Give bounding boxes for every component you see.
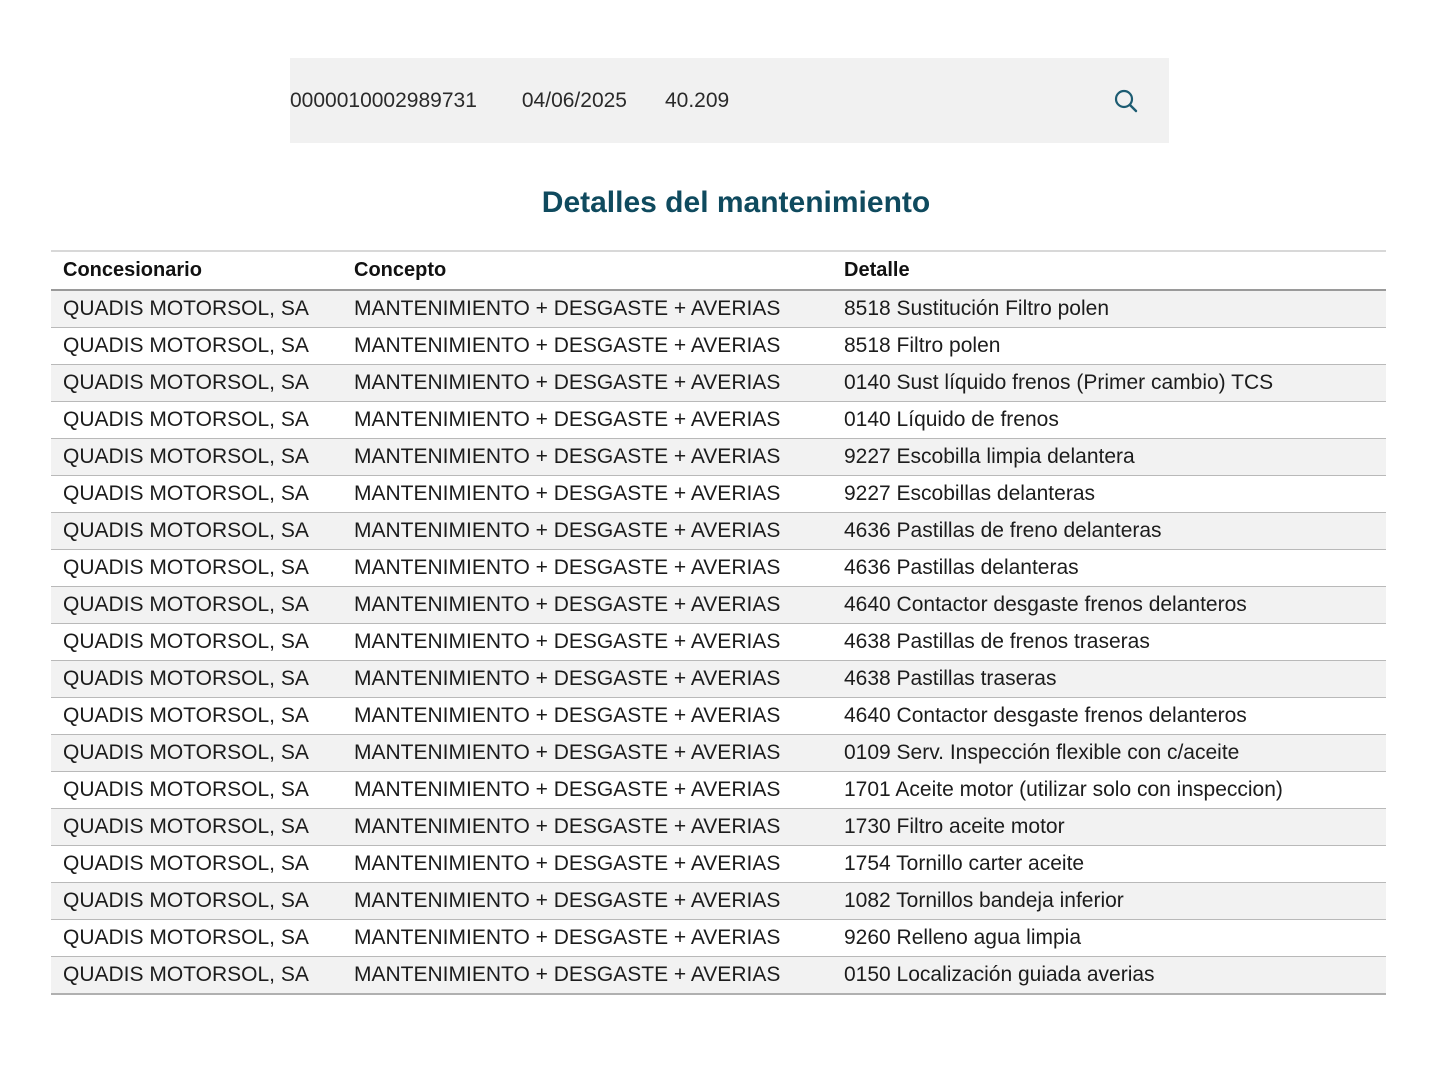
table-header-row: Concesionario Concepto Detalle xyxy=(51,250,1386,291)
cell-concept: MANTENIMIENTO + DESGASTE + AVERIAS xyxy=(342,623,832,661)
table-row[interactable]: QUADIS MOTORSOL, SA MANTENIMIENTO + DESGA… xyxy=(51,438,1386,476)
cell-concept: MANTENIMIENTO + DESGASTE + AVERIAS xyxy=(342,808,832,846)
cell-concept: MANTENIMIENTO + DESGASTE + AVERIAS xyxy=(342,586,832,624)
cell-detail: 4636 Pastillas delanteras xyxy=(832,549,1386,587)
cell-concept: MANTENIMIENTO + DESGASTE + AVERIAS xyxy=(342,660,832,698)
cell-detail: 0140 Líquido de frenos xyxy=(832,401,1386,439)
cell-concept: MANTENIMIENTO + DESGASTE + AVERIAS xyxy=(342,882,832,920)
maintenance-details-table: Concesionario Concepto Detalle QUADIS MO… xyxy=(51,250,1386,995)
table-row[interactable]: QUADIS MOTORSOL, SA MANTENIMIENTO + DESGA… xyxy=(51,845,1386,883)
table-row[interactable]: QUADIS MOTORSOL, SA MANTENIMIENTO + DESGA… xyxy=(51,290,1386,328)
cell-detail: 4640 Contactor desgaste frenos delantero… xyxy=(832,586,1386,624)
column-header-dealer[interactable]: Concesionario xyxy=(51,250,342,291)
page-title: Detalles del mantenimiento xyxy=(541,186,931,219)
cell-concept: MANTENIMIENTO + DESGASTE + AVERIAS xyxy=(342,512,832,550)
search-button[interactable] xyxy=(1113,88,1139,114)
table-row[interactable]: QUADIS MOTORSOL, SA MANTENIMIENTO + DESGA… xyxy=(51,401,1386,439)
mileage-value: 40.209 xyxy=(664,88,730,112)
table-row[interactable]: QUADIS MOTORSOL, SA MANTENIMIENTO + DESGA… xyxy=(51,512,1386,550)
cell-detail: 1082 Tornillos bandeja inferior xyxy=(832,882,1386,920)
cell-dealer: QUADIS MOTORSOL, SA xyxy=(51,475,342,513)
cell-dealer: QUADIS MOTORSOL, SA xyxy=(51,771,342,809)
cell-dealer: QUADIS MOTORSOL, SA xyxy=(51,845,342,883)
cell-concept: MANTENIMIENTO + DESGASTE + AVERIAS xyxy=(342,919,832,957)
table-row[interactable]: QUADIS MOTORSOL, SA MANTENIMIENTO + DESGA… xyxy=(51,771,1386,809)
cell-concept: MANTENIMIENTO + DESGASTE + AVERIAS xyxy=(342,475,832,513)
cell-dealer: QUADIS MOTORSOL, SA xyxy=(51,919,342,957)
cell-detail: 8518 Sustitución Filtro polen xyxy=(832,290,1386,328)
cell-detail: 9227 Escobillas delanteras xyxy=(832,475,1386,513)
cell-dealer: QUADIS MOTORSOL, SA xyxy=(51,327,342,365)
table-row[interactable]: QUADIS MOTORSOL, SA MANTENIMIENTO + DESGA… xyxy=(51,660,1386,698)
cell-dealer: QUADIS MOTORSOL, SA xyxy=(51,438,342,476)
cell-dealer: QUADIS MOTORSOL, SA xyxy=(51,401,342,439)
search-icon xyxy=(1114,89,1138,113)
cell-concept: MANTENIMIENTO + DESGASTE + AVERIAS xyxy=(342,734,832,772)
cell-detail: 1730 Filtro aceite motor xyxy=(832,808,1386,846)
table-row[interactable]: QUADIS MOTORSOL, SA MANTENIMIENTO + DESGA… xyxy=(51,327,1386,365)
column-header-detail[interactable]: Detalle xyxy=(832,250,1386,291)
cell-concept: MANTENIMIENTO + DESGASTE + AVERIAS xyxy=(342,364,832,402)
page: 0000010002989731 04/06/2025 40.209 Detal… xyxy=(0,0,1440,1080)
cell-dealer: QUADIS MOTORSOL, SA xyxy=(51,808,342,846)
table-row[interactable]: QUADIS MOTORSOL, SA MANTENIMIENTO + DESGA… xyxy=(51,586,1386,624)
cell-detail: 1754 Tornillo carter aceite xyxy=(832,845,1386,883)
cell-concept: MANTENIMIENTO + DESGASTE + AVERIAS xyxy=(342,845,832,883)
table-row[interactable]: QUADIS MOTORSOL, SA MANTENIMIENTO + DESGA… xyxy=(51,882,1386,920)
cell-concept: MANTENIMIENTO + DESGASTE + AVERIAS xyxy=(342,771,832,809)
cell-detail: 1701 Aceite motor (utilizar solo con ins… xyxy=(832,771,1386,809)
table-row[interactable]: QUADIS MOTORSOL, SA MANTENIMIENTO + DESGA… xyxy=(51,956,1386,995)
cell-detail: 0140 Sust líquido frenos (Primer cambio)… xyxy=(832,364,1386,402)
table-row[interactable]: QUADIS MOTORSOL, SA MANTENIMIENTO + DESGA… xyxy=(51,734,1386,772)
table-body: QUADIS MOTORSOL, SA MANTENIMIENTO + DESGA… xyxy=(51,290,1386,995)
table-row[interactable]: QUADIS MOTORSOL, SA MANTENIMIENTO + DESGA… xyxy=(51,364,1386,402)
cell-detail: 4636 Pastillas de freno delanteras xyxy=(832,512,1386,550)
cell-detail: 4638 Pastillas de frenos traseras xyxy=(832,623,1386,661)
table-row[interactable]: QUADIS MOTORSOL, SA MANTENIMIENTO + DESGA… xyxy=(51,623,1386,661)
table-row[interactable]: QUADIS MOTORSOL, SA MANTENIMIENTO + DESGA… xyxy=(51,475,1386,513)
cell-dealer: QUADIS MOTORSOL, SA xyxy=(51,956,342,995)
cell-dealer: QUADIS MOTORSOL, SA xyxy=(51,697,342,735)
cell-dealer: QUADIS MOTORSOL, SA xyxy=(51,364,342,402)
search-bar[interactable]: 0000010002989731 04/06/2025 40.209 xyxy=(290,58,1169,143)
cell-concept: MANTENIMIENTO + DESGASTE + AVERIAS xyxy=(342,549,832,587)
cell-detail: 0150 Localización guiada averias xyxy=(832,956,1386,995)
cell-concept: MANTENIMIENTO + DESGASTE + AVERIAS xyxy=(342,290,832,328)
service-date: 04/06/2025 xyxy=(521,88,627,112)
cell-concept: MANTENIMIENTO + DESGASTE + AVERIAS xyxy=(342,438,832,476)
cell-concept: MANTENIMIENTO + DESGASTE + AVERIAS xyxy=(342,327,832,365)
cell-dealer: QUADIS MOTORSOL, SA xyxy=(51,660,342,698)
table-row[interactable]: QUADIS MOTORSOL, SA MANTENIMIENTO + DESGA… xyxy=(51,919,1386,957)
cell-concept: MANTENIMIENTO + DESGASTE + AVERIAS xyxy=(342,956,832,995)
cell-dealer: QUADIS MOTORSOL, SA xyxy=(51,512,342,550)
cell-dealer: QUADIS MOTORSOL, SA xyxy=(51,290,342,328)
cell-detail: 4638 Pastillas traseras xyxy=(832,660,1386,698)
cell-concept: MANTENIMIENTO + DESGASTE + AVERIAS xyxy=(342,401,832,439)
cell-dealer: QUADIS MOTORSOL, SA xyxy=(51,623,342,661)
column-header-concept[interactable]: Concepto xyxy=(342,250,832,291)
table-row[interactable]: QUADIS MOTORSOL, SA MANTENIMIENTO + DESGA… xyxy=(51,808,1386,846)
cell-concept: MANTENIMIENTO + DESGASTE + AVERIAS xyxy=(342,697,832,735)
cell-detail: 8518 Filtro polen xyxy=(832,327,1386,365)
cell-detail: 9260 Relleno agua limpia xyxy=(832,919,1386,957)
reference-number: 0000010002989731 xyxy=(290,88,477,112)
cell-dealer: QUADIS MOTORSOL, SA xyxy=(51,586,342,624)
cell-detail: 4640 Contactor desgaste frenos delantero… xyxy=(832,697,1386,735)
cell-detail: 0109 Serv. Inspección flexible con c/ace… xyxy=(832,734,1386,772)
cell-dealer: QUADIS MOTORSOL, SA xyxy=(51,882,342,920)
cell-detail: 9227 Escobilla limpia delantera xyxy=(832,438,1386,476)
table-row[interactable]: QUADIS MOTORSOL, SA MANTENIMIENTO + DESGA… xyxy=(51,697,1386,735)
cell-dealer: QUADIS MOTORSOL, SA xyxy=(51,549,342,587)
cell-dealer: QUADIS MOTORSOL, SA xyxy=(51,734,342,772)
table-row[interactable]: QUADIS MOTORSOL, SA MANTENIMIENTO + DESGA… xyxy=(51,549,1386,587)
